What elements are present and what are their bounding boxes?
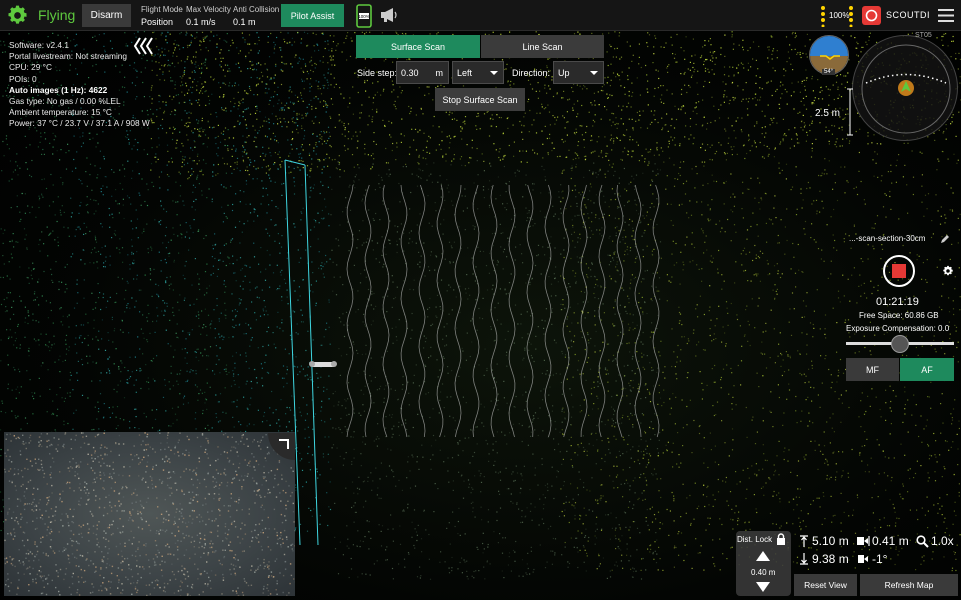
drone-position-icon (309, 361, 337, 367)
auto-images-count: Auto images (1 Hz): 4622 (9, 84, 108, 95)
pois-count: POIs: 0 (9, 73, 37, 84)
distance-lock-value: 0.40 m (751, 568, 776, 577)
anti-collision-value: 0.1 m (233, 17, 256, 27)
phone-battery-icon: 100% (356, 4, 372, 28)
emergency-stop-icon[interactable] (862, 6, 881, 25)
distance-lock-label: Dist. Lock (737, 535, 773, 544)
side-step-label: Side step: (357, 68, 398, 78)
flight-mode-value: Position (141, 17, 174, 27)
recording-timer: 01:21:19 (876, 296, 919, 308)
drone-battery-left-icon (821, 6, 825, 27)
ambient-temperature: Ambient temperature: 15 °C (9, 107, 112, 118)
camera-tilt-icon (858, 555, 868, 563)
tab-line-scan[interactable]: Line Scan (481, 35, 604, 58)
side-step-input[interactable]: 0.30 m (396, 61, 449, 84)
camera-distance: 0.41 m (872, 534, 909, 548)
max-velocity-label: Max Velocity (186, 5, 231, 14)
brand-logo: SCOUTDI (886, 10, 930, 20)
camera-tilt: -1° (872, 552, 888, 566)
top-bar: Flying Disarm Flight Mode Position Max V… (0, 0, 961, 31)
zoom-level: 1.0x (931, 534, 954, 548)
compass: ST05 (852, 32, 958, 141)
up-distance-icon (800, 535, 808, 547)
settings-gear-icon[interactable] (6, 4, 29, 27)
megaphone-icon[interactable] (380, 7, 398, 23)
down-distance-icon (800, 553, 808, 565)
map-scale: 2.5 m (815, 108, 841, 119)
side-step-value: 0.30 (401, 67, 419, 78)
drone-battery-right-icon (849, 6, 853, 27)
up-distance: 5.10 m (812, 534, 849, 548)
cpu-temperature: CPU: 29 °C (9, 62, 52, 73)
direction-label: Direction: (512, 68, 551, 78)
max-velocity-value: 0.1 m/s (186, 17, 216, 27)
camera-distance-icon (857, 536, 870, 546)
flight-status: Flying (38, 7, 76, 23)
side-step-unit: m (435, 67, 444, 78)
side-select[interactable]: Left (452, 61, 504, 84)
down-distance: 9.38 m (812, 552, 849, 566)
scale-bar-icon (847, 88, 853, 136)
distance-decrease-icon[interactable] (756, 582, 770, 592)
side-select-value: Left (457, 67, 473, 78)
tab-surface-scan[interactable]: Surface Scan (356, 35, 480, 58)
exposure-label: Exposure Compensation: 0.0 (846, 324, 950, 333)
exposure-slider-handle[interactable] (891, 335, 909, 353)
stop-square-icon (892, 264, 906, 278)
camera-settings-gear-icon[interactable] (942, 265, 954, 277)
direction-select-value: Up (558, 67, 570, 78)
reset-view-button[interactable]: Reset View (794, 574, 857, 596)
compass-dial-icon (861, 44, 951, 134)
portal-livestream: Portal livestream: Not streaming (9, 51, 128, 62)
software-version: Software: v2.4.1 (9, 40, 69, 50)
power-readout: Power: 37 °C / 23.7 V / 37.1 A / 908 W (9, 118, 150, 129)
direction-select[interactable]: Up (553, 61, 604, 84)
record-stop-button[interactable] (883, 255, 915, 287)
pilot-assist-button[interactable]: Pilot Assist (281, 4, 344, 27)
distance-increase-icon[interactable] (756, 551, 770, 561)
hamburger-menu-icon[interactable] (938, 9, 954, 22)
phone-battery-text: 100% (358, 14, 370, 19)
collapse-panel-chevrons-icon[interactable] (133, 36, 155, 56)
chevron-down-icon (490, 71, 498, 75)
anti-collision-label: Anti Collision (233, 5, 280, 14)
compass-heading-label: ST05 (915, 32, 932, 39)
flight-mode-label: Flight Mode (141, 5, 183, 14)
scan-trajectory (346, 184, 660, 438)
scan-name[interactable]: ...-scan-section-30cm (849, 234, 925, 243)
telemetry-info: Software: v2.4.1 Portal livestream: Not … (9, 40, 150, 130)
manual-focus-button[interactable]: MF (846, 358, 899, 381)
expand-camera-icon[interactable] (268, 433, 295, 460)
auto-focus-button[interactable]: AF (900, 358, 954, 381)
camera-feed-noise (4, 432, 295, 596)
lock-icon[interactable] (776, 533, 786, 545)
free-space: Free Space: 60.86 GB (859, 311, 939, 320)
chevron-down-icon (590, 71, 598, 75)
attitude-degrees: 54° (822, 69, 836, 75)
camera-feed-texture (4, 432, 295, 596)
disarm-button[interactable]: Disarm (82, 4, 131, 27)
zoom-magnifier-icon (916, 535, 929, 548)
edit-pencil-icon[interactable] (940, 234, 950, 244)
refresh-map-button[interactable]: Refresh Map (860, 574, 958, 596)
gas-type: Gas type: No gas / 0.00 %LEL (9, 96, 121, 107)
stop-surface-scan-button[interactable]: Stop Surface Scan (435, 88, 525, 111)
camera-feed[interactable] (4, 432, 295, 596)
